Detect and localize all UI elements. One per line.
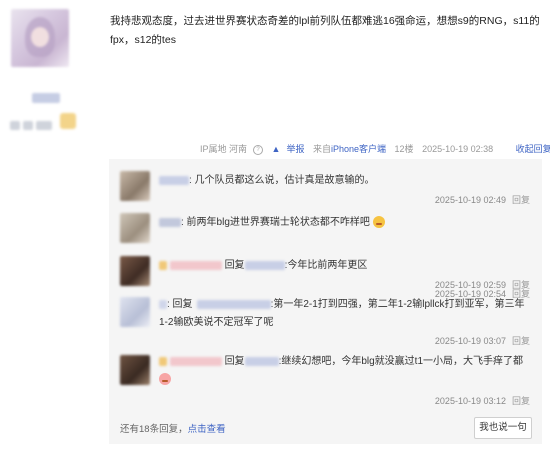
post-time: 2025-10-19 02:38: [422, 144, 494, 154]
reply-avatar[interactable]: [120, 256, 150, 286]
post-meta: IP属地 河南? ▲ 举报 来自iPhone客户端 12楼 2025-10-19 …: [200, 142, 550, 155]
view-more-link[interactable]: 点击查看: [188, 424, 226, 435]
reply-username[interactable]: [159, 217, 181, 227]
reply-username[interactable]: [169, 260, 222, 270]
reply-time: 2025-10-19 02:49: [434, 195, 506, 205]
reply-time: 2025-10-19 03:07: [434, 336, 506, 346]
reply-text: : 几个队员都这么说，估计真是故意输的。: [189, 175, 375, 186]
reply-username[interactable]: [169, 356, 222, 366]
reply-button[interactable]: 回复: [512, 280, 530, 290]
help-icon[interactable]: ?: [253, 144, 264, 155]
author-column: [0, 0, 98, 450]
reply-avatar[interactable]: [120, 171, 150, 201]
reply-avatar[interactable]: [120, 297, 150, 327]
reply-target-username[interactable]: [244, 356, 279, 366]
reply-text: :继续幻想吧，今年blg就没赢过t1一小局，大飞手痒了都: [278, 356, 524, 367]
reply-compose-button[interactable]: 我也说一句: [474, 417, 532, 439]
more-replies: 还有18条回复，点击查看: [120, 421, 226, 435]
reply-button[interactable]: 回复: [512, 195, 530, 205]
source-link[interactable]: iPhone客户端: [331, 144, 386, 154]
source-prefix: 来自: [312, 144, 331, 154]
reply-username[interactable]: [159, 175, 189, 185]
reply-prefix: : 回复: [167, 299, 193, 310]
reply-prefix: 回复: [224, 356, 245, 367]
author-avatar[interactable]: [11, 9, 69, 67]
reply-text: : 前两年blg进世界赛瑞士轮状态都不咋样吧: [181, 217, 370, 228]
collapse-replies-link[interactable]: 收起回复: [516, 144, 550, 154]
user-badge-icon: [159, 356, 167, 366]
reply-target-username[interactable]: [196, 299, 271, 309]
author-username[interactable]: [32, 93, 60, 103]
reply-button[interactable]: 回复: [512, 396, 530, 406]
reply-time: 2025-10-19 02:59: [434, 280, 506, 290]
author-badges: [10, 117, 55, 135]
floor-number: 12楼: [394, 144, 414, 154]
grin-emoji-icon: [372, 216, 385, 229]
reply-panel: : 几个队员都这么说，估计真是故意输的。 2025-10-19 02:49 回复 …: [109, 159, 542, 444]
laugh-emoji-icon: [159, 373, 171, 386]
more-replies-text: 还有18条回复，: [120, 424, 188, 435]
reply-time: 2025-10-19 03:12: [434, 396, 506, 406]
ip-location: IP属地 河南: [200, 144, 248, 154]
reply-prefix: 回复: [224, 260, 245, 271]
reply-username[interactable]: [159, 299, 167, 309]
reply-button[interactable]: 回复: [512, 336, 530, 346]
reply-avatar[interactable]: [120, 213, 150, 243]
post-content: 我持悲观态度，过去进世界赛状态奇差的lpl前列队伍都难逃16强命运，想想s9的R…: [110, 15, 540, 46]
reply-avatar[interactable]: [120, 355, 150, 385]
report-link[interactable]: 举报: [286, 144, 304, 154]
reply-text: :今年比前两年更区: [284, 260, 368, 271]
user-badge-icon: [159, 260, 167, 270]
level-badge-icon: [60, 113, 76, 129]
report-icon[interactable]: ▲: [272, 144, 281, 154]
reply-target-username[interactable]: [244, 260, 285, 270]
